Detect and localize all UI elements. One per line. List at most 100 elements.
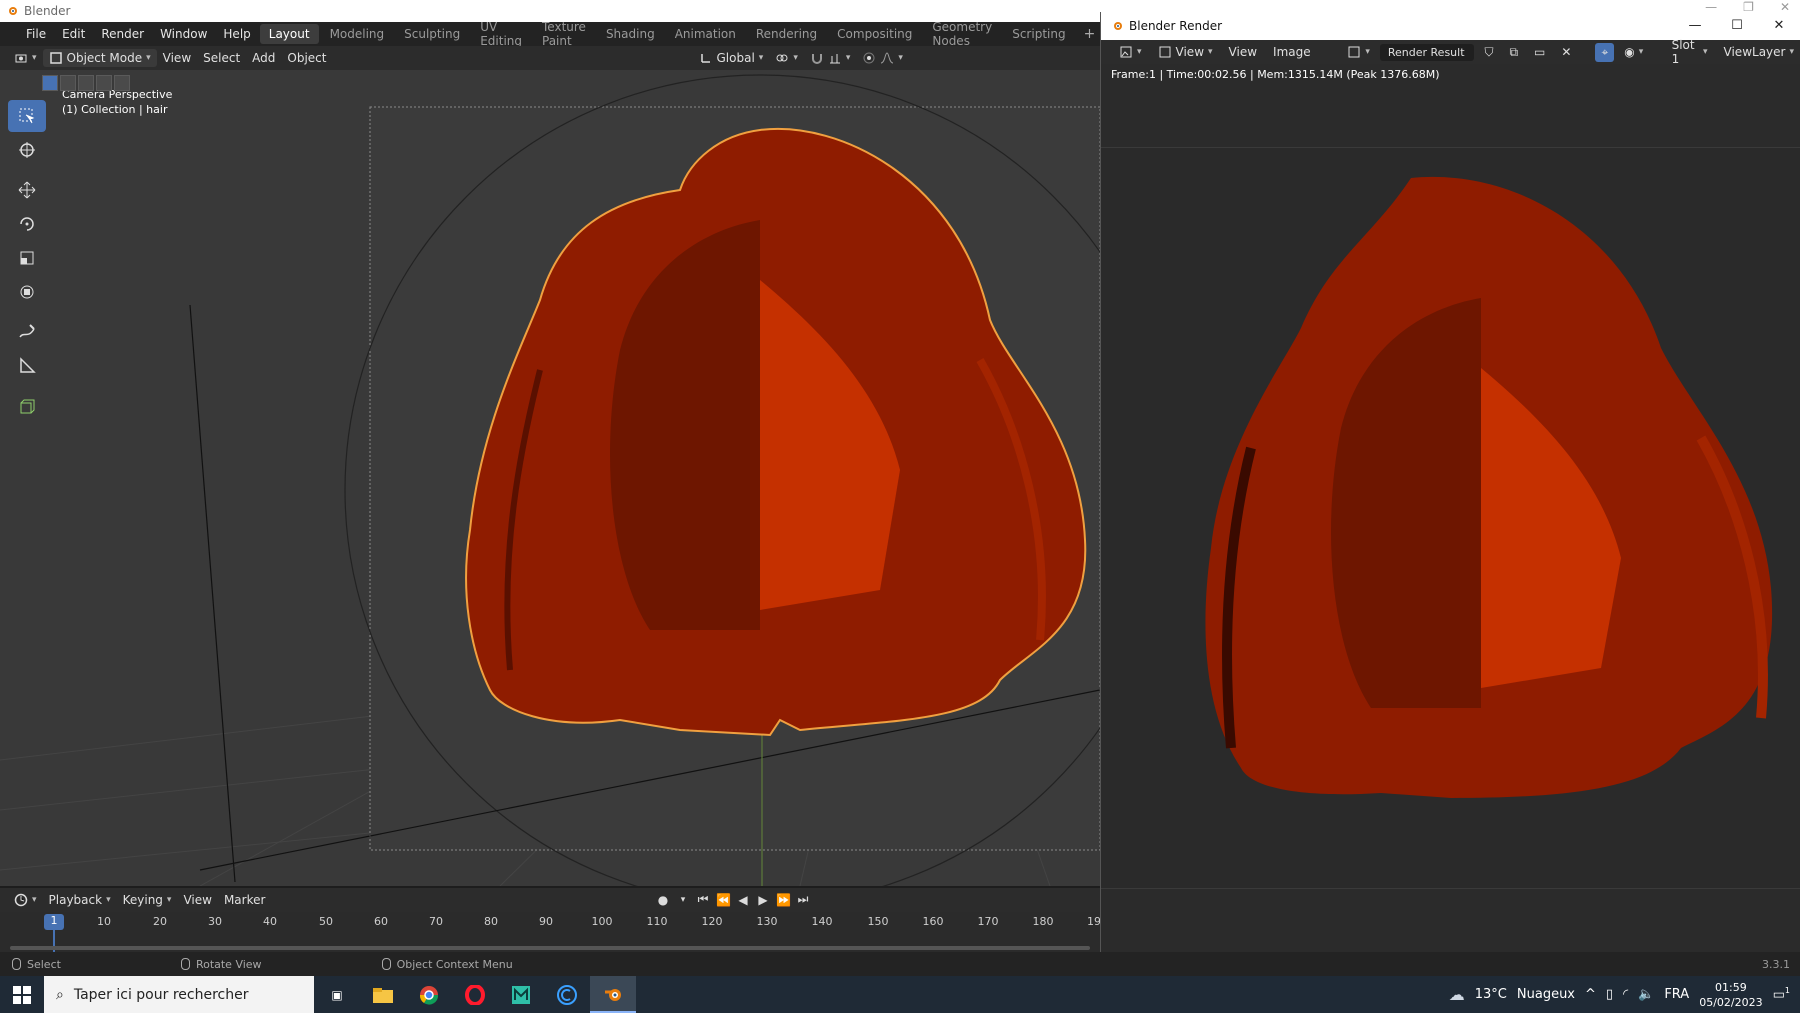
transform-orientation-dropdown[interactable]: Global ▾: [693, 49, 770, 67]
notification-icon[interactable]: ▭1: [1773, 986, 1790, 1002]
transform-tool[interactable]: [8, 276, 46, 308]
timeline-scrollbar[interactable]: [10, 946, 1090, 950]
rotate-tool[interactable]: [8, 208, 46, 240]
sample-tool-button[interactable]: ⌖: [1595, 42, 1615, 62]
close-icon[interactable]: ✕: [1758, 12, 1800, 40]
tab-shading[interactable]: Shading: [597, 24, 664, 44]
image-editor-type[interactable]: ▾: [1113, 43, 1148, 61]
tab-rendering[interactable]: Rendering: [747, 24, 826, 44]
falloff-icon: [881, 52, 894, 64]
clock[interactable]: 01:59 05/02/2023: [1699, 980, 1762, 1010]
device-icon[interactable]: ▯: [1606, 987, 1613, 1002]
overlay-button[interactable]: ◉ ▾: [1618, 43, 1649, 61]
tab-modeling[interactable]: Modeling: [321, 24, 394, 44]
annotate-icon: [19, 324, 35, 338]
tab-sculpting[interactable]: Sculpting: [395, 24, 469, 44]
timeline-view-menu[interactable]: View: [177, 891, 217, 909]
menu-object[interactable]: Object: [281, 49, 332, 67]
select-subtract-icon[interactable]: [78, 75, 94, 91]
timeline-tick: 19: [1087, 915, 1101, 928]
mode-dropdown[interactable]: Object Mode ▾: [42, 49, 157, 67]
editor-type-button[interactable]: ▾: [8, 49, 43, 67]
menu-render[interactable]: Render: [93, 27, 152, 41]
scale-tool[interactable]: [8, 242, 46, 274]
menu-add[interactable]: Add: [246, 49, 281, 67]
render-view-menu[interactable]: View: [1223, 43, 1263, 61]
add-cube-icon: [20, 399, 35, 414]
menu-window[interactable]: Window: [152, 27, 215, 41]
timeline-area[interactable]: 1 10 20 30 40 50 60 70 80 90 100 110 120…: [0, 912, 1101, 952]
prev-keyframe-icon[interactable]: ⏪: [716, 893, 731, 907]
network-icon[interactable]: ◜: [1623, 987, 1628, 1002]
measure-tool[interactable]: [8, 350, 46, 382]
render-image-menu[interactable]: Image: [1267, 43, 1317, 61]
jump-end-icon[interactable]: ⏭: [796, 892, 810, 907]
menu-file[interactable]: File: [18, 27, 54, 41]
taskbar-search[interactable]: ⌕ Taper ici pour rechercher: [44, 976, 314, 1013]
3d-viewport[interactable]: Camera Perspective (1) Collection | hair: [0, 70, 1100, 886]
playback-menu[interactable]: Playback ▾: [43, 891, 117, 909]
blender-app[interactable]: [590, 976, 636, 1013]
next-keyframe-icon[interactable]: ⏩: [776, 893, 791, 907]
editor-type-icon: [15, 54, 27, 63]
timeline-editor-type[interactable]: ▾: [8, 891, 43, 909]
unlink-image-icon[interactable]: ✕: [1555, 43, 1577, 61]
image-editor-header: ▾ View ▾ View Image ▾ Render Result ⛉ ⧉ ▭…: [1101, 38, 1800, 66]
select-intersect-icon[interactable]: [114, 75, 130, 91]
c-app[interactable]: [544, 976, 590, 1013]
chrome-app[interactable]: [406, 976, 452, 1013]
keying-menu[interactable]: Keying ▾: [117, 891, 178, 909]
tab-scripting[interactable]: Scripting: [1003, 24, 1074, 44]
play-icon[interactable]: ▶: [756, 893, 770, 907]
maximize-icon[interactable]: ☐: [1716, 12, 1758, 40]
select-box-tool[interactable]: [8, 100, 46, 132]
menu-help[interactable]: Help: [215, 27, 258, 41]
file-explorer-app[interactable]: [360, 976, 406, 1013]
tab-layout[interactable]: Layout: [259, 24, 319, 44]
tab-compositing[interactable]: Compositing: [828, 24, 921, 44]
duplicate-image-icon[interactable]: ⧉: [1503, 43, 1524, 62]
select-new-icon[interactable]: [42, 75, 58, 91]
weather-desc[interactable]: Nuageux: [1517, 987, 1575, 1002]
start-button[interactable]: [0, 976, 44, 1013]
image-browse-button[interactable]: ▾: [1341, 43, 1376, 61]
volume-icon[interactable]: 🔈: [1638, 987, 1654, 1002]
annotate-tool[interactable]: [8, 316, 46, 348]
slot-dropdown[interactable]: Slot 1 ▾: [1666, 36, 1714, 68]
pivot-point-button[interactable]: ▾: [769, 49, 804, 67]
opera-app[interactable]: [452, 976, 498, 1013]
render-bottom-area: [1101, 888, 1800, 952]
weather-temp[interactable]: 13°C: [1475, 987, 1507, 1002]
snap-button[interactable]: ▾: [804, 49, 857, 67]
add-cube-tool[interactable]: [8, 390, 46, 422]
menu-select[interactable]: Select: [197, 49, 246, 67]
select-invert-icon[interactable]: [96, 75, 112, 91]
marker-menu[interactable]: Marker: [218, 891, 271, 909]
chevron-down-icon[interactable]: ▾: [676, 895, 690, 905]
record-icon[interactable]: ●: [656, 893, 670, 907]
m-app[interactable]: [498, 976, 544, 1013]
chevron-up-icon[interactable]: ^: [1585, 987, 1596, 1002]
language-indicator[interactable]: FRA: [1664, 987, 1689, 1002]
jump-start-icon[interactable]: ⏮: [696, 892, 710, 907]
fake-user-icon[interactable]: ⛉: [1478, 43, 1499, 62]
menu-edit[interactable]: Edit: [54, 27, 93, 41]
view-mode-label: View: [1175, 45, 1205, 59]
move-tool[interactable]: [8, 174, 46, 206]
cursor-tool[interactable]: [8, 134, 46, 166]
render-result-image[interactable]: [1101, 148, 1800, 888]
play-reverse-icon[interactable]: ◀: [736, 893, 750, 907]
select-box-icon: [19, 108, 35, 124]
image-name-field[interactable]: Render Result: [1379, 43, 1475, 61]
view-layer-dropdown[interactable]: ViewLayer ▾: [1718, 43, 1800, 61]
status-rotate-label: Rotate View: [195, 957, 262, 971]
view-mode-dropdown[interactable]: View ▾: [1152, 43, 1219, 61]
task-view-button[interactable]: ▣: [314, 976, 360, 1013]
minimize-icon[interactable]: —: [1674, 12, 1716, 40]
menu-view[interactable]: View: [157, 49, 197, 67]
select-extend-icon[interactable]: [60, 75, 76, 91]
open-image-icon[interactable]: ▭: [1528, 43, 1551, 61]
proportional-edit-button[interactable]: ▾: [856, 49, 909, 67]
current-frame-indicator[interactable]: 1: [44, 914, 64, 930]
tab-animation[interactable]: Animation: [666, 24, 745, 44]
